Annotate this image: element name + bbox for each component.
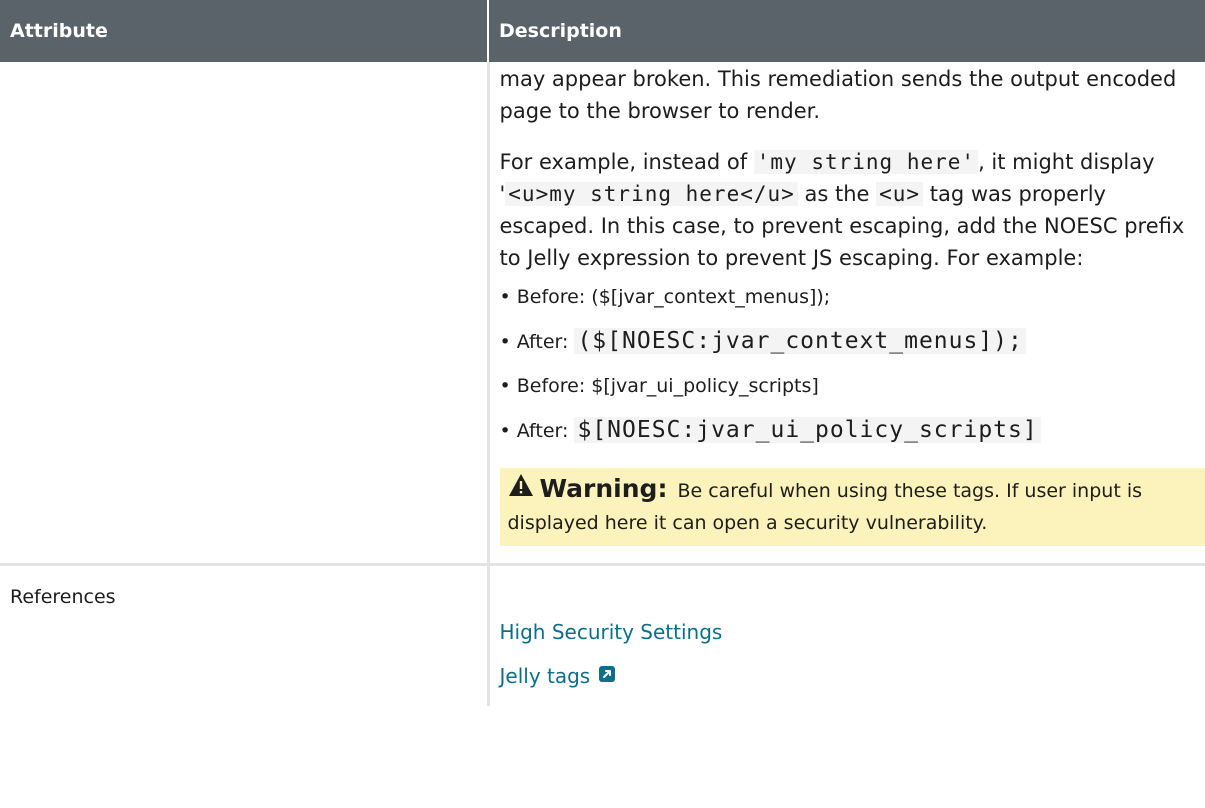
attribute-cell: References	[0, 564, 490, 706]
warning-title: Warning:	[539, 474, 668, 503]
warning-note: Warning: Be careful when using these tags…	[499, 468, 1205, 546]
attributes-table: Attribute Description may appear broken.…	[0, 0, 1205, 706]
example-code: $[NOESC:jvar_ui_policy_scripts]	[574, 417, 1041, 443]
description-paragraph: may appear broken. This remediation send…	[499, 67, 1177, 123]
code-snippet: 'my string here'	[753, 150, 979, 174]
paragraph-text: For example, instead of	[499, 150, 754, 174]
table-row: References High Security Settings Jelly …	[0, 564, 1205, 706]
references-label: References	[10, 586, 116, 608]
link-text: Jelly tags	[499, 664, 591, 688]
description-cell: may appear broken. This remediation send…	[488, 62, 1205, 566]
table-header-row: Attribute Description	[0, 0, 1205, 62]
example-label: Before:	[516, 375, 592, 397]
reference-links: High Security Settings Jelly tags	[500, 580, 1205, 694]
list-item: • After: ($[NOESC:jvar_context_menus]);	[500, 326, 1192, 357]
link-high-security-settings[interactable]: High Security Settings	[500, 616, 1205, 648]
code-snippet: <u>my string here</u>	[505, 182, 798, 206]
attribute-cell	[0, 62, 490, 566]
example-label: Before:	[516, 286, 592, 308]
list-item: • After: $[NOESC:jvar_ui_policy_scripts]	[500, 415, 1192, 446]
list-item: • Before: ($[jvar_context_menus]);	[499, 286, 831, 308]
paragraph-text: as the	[797, 182, 877, 206]
header-description: Description	[487, 0, 1205, 62]
link-jelly-tags[interactable]: Jelly tags	[500, 660, 1205, 694]
link-text: High Security Settings	[499, 620, 723, 644]
warning-triangle-icon	[508, 473, 534, 506]
external-link-icon	[598, 660, 616, 692]
example-label: After:	[516, 331, 575, 353]
table-row: may appear broken. This remediation send…	[0, 62, 1205, 566]
header-attribute: Attribute	[0, 0, 488, 62]
description-cell: High Security Settings Jelly tags	[488, 565, 1205, 706]
code-snippet: <u>	[876, 182, 924, 206]
example-label: After:	[516, 420, 575, 442]
example-value: ($[jvar_context_menus]);	[591, 286, 831, 308]
example-value: $[jvar_ui_policy_scripts]	[591, 375, 819, 397]
example-list: • Before: ($[jvar_context_menus]); • After…	[500, 282, 1192, 446]
list-item: • Before: $[jvar_ui_policy_scripts]	[499, 375, 819, 397]
example-paragraph: For example, instead of 'my string here'…	[500, 146, 1192, 274]
example-code: ($[NOESC:jvar_context_menus]);	[574, 328, 1026, 354]
